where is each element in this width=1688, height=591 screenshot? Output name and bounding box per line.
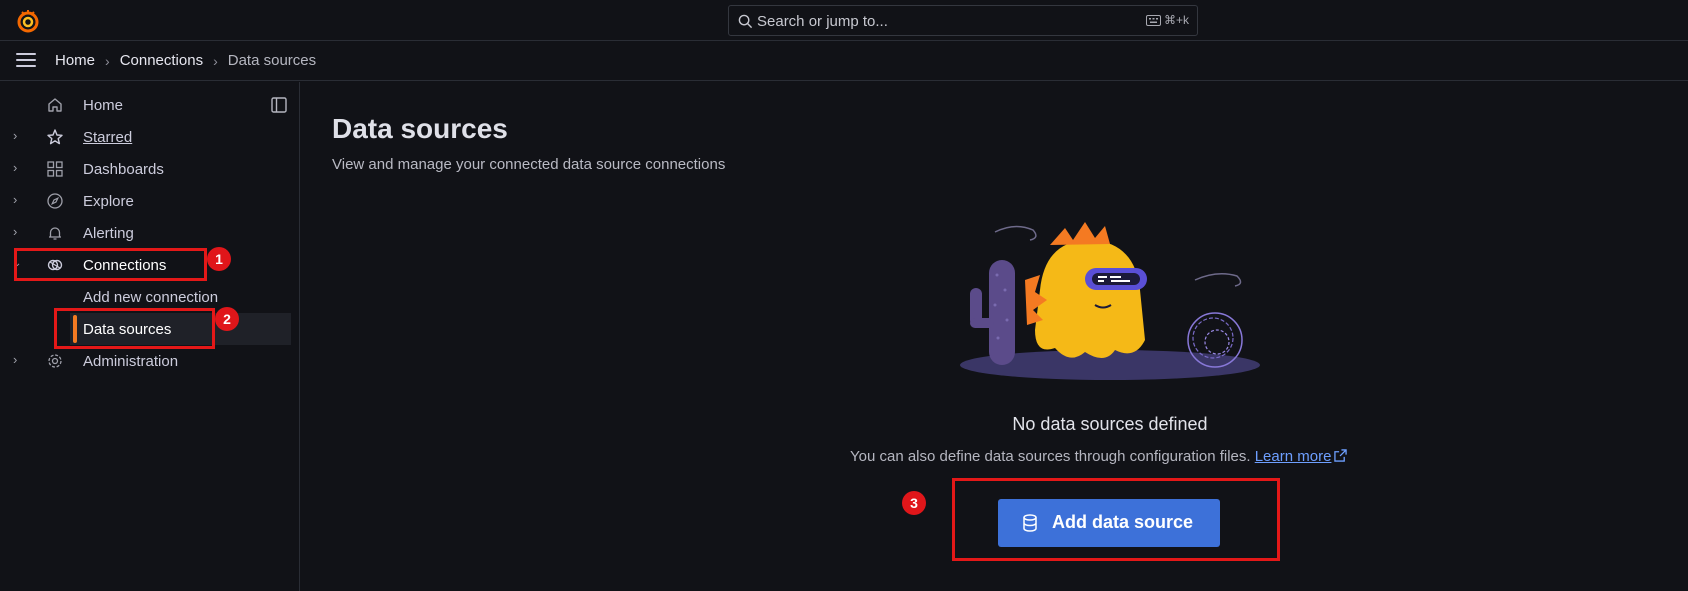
shortcut-text: ⌘+k — [1163, 13, 1189, 27]
chevron-right-icon[interactable]: › — [13, 193, 25, 206]
annotation-box-2 — [54, 308, 215, 349]
annotation-badge-3: 3 — [902, 491, 926, 515]
sidebar-item-dashboards[interactable]: › Dashboards — [0, 153, 292, 185]
chevron-right-icon: › — [105, 52, 110, 69]
sidebar-item-label: Explore — [83, 193, 134, 210]
sidebar-item-label: Alerting — [83, 225, 134, 242]
keyboard-icon — [1145, 14, 1161, 26]
chevron-right-icon[interactable]: › — [13, 129, 25, 142]
empty-state-description: You can also define data sources through… — [850, 448, 1348, 465]
sidebar-item-label: Starred — [83, 129, 133, 146]
keyboard-shortcut: ⌘+k — [1145, 13, 1189, 27]
breadcrumb-data-sources: Data sources — [227, 52, 317, 69]
annotation-badge-2: 2 — [215, 307, 239, 331]
database-icon — [1023, 514, 1037, 532]
sidebar-item-administration[interactable]: › Administration — [0, 345, 292, 377]
breadcrumb-bar: Home › Connections › Data sources — [0, 41, 1688, 81]
sidebar-item-label: Add new connection — [83, 289, 219, 306]
empty-state-illustration — [960, 222, 1260, 380]
search-input[interactable]: Search or jump to... ⌘+k — [728, 5, 1198, 36]
breadcrumb: Home › Connections › Data sources — [55, 52, 316, 69]
sidebar-item-label: Administration — [83, 353, 179, 370]
breadcrumb-connections[interactable]: Connections — [120, 52, 203, 69]
grafana-logo-icon[interactable] — [16, 9, 40, 33]
page-title: Data sources — [332, 113, 508, 144]
search-icon — [738, 14, 753, 29]
annotation-badge-1: 1 — [207, 247, 231, 271]
chevron-right-icon[interactable]: › — [13, 161, 25, 174]
empty-state-title: No data sources defined — [1012, 414, 1208, 434]
breadcrumb-home[interactable]: Home — [55, 52, 95, 69]
search-placeholder: Search or jump to... — [757, 13, 888, 30]
annotation-box-1 — [14, 248, 207, 281]
menu-icon[interactable] — [16, 53, 36, 69]
sidebar-item-home[interactable]: Home — [0, 89, 292, 121]
sidebar-item-alerting[interactable]: › Alerting — [0, 217, 292, 249]
compass-icon — [47, 193, 63, 209]
sidebar-item-explore[interactable]: › Explore — [0, 185, 292, 217]
cog-icon — [48, 354, 62, 368]
page-subtitle: View and manage your connected data sour… — [332, 156, 726, 173]
sidebar-item-label: Home — [83, 97, 124, 114]
chevron-right-icon[interactable]: › — [13, 225, 25, 238]
star-icon — [47, 129, 63, 145]
sidebar-item-label: Dashboards — [83, 161, 164, 178]
chevron-right-icon[interactable]: › — [13, 353, 25, 366]
learn-more-label: Learn more — [1254, 448, 1332, 465]
home-icon — [48, 98, 62, 112]
top-bar: Search or jump to... ⌘+k — [0, 0, 1688, 41]
chevron-right-icon: › — [213, 52, 218, 69]
bell-icon — [49, 227, 61, 240]
external-link-icon[interactable] — [1334, 449, 1348, 462]
add-data-source-button[interactable]: Add data source — [998, 499, 1220, 547]
apps-icon — [47, 161, 63, 177]
add-data-source-label: Add data source — [1052, 512, 1194, 532]
empty-state-text: You can also define data sources through… — [850, 448, 1251, 465]
learn-more-link[interactable]: Learn more — [1255, 448, 1332, 465]
sidebar-item-starred[interactable]: › Starred — [0, 121, 292, 153]
